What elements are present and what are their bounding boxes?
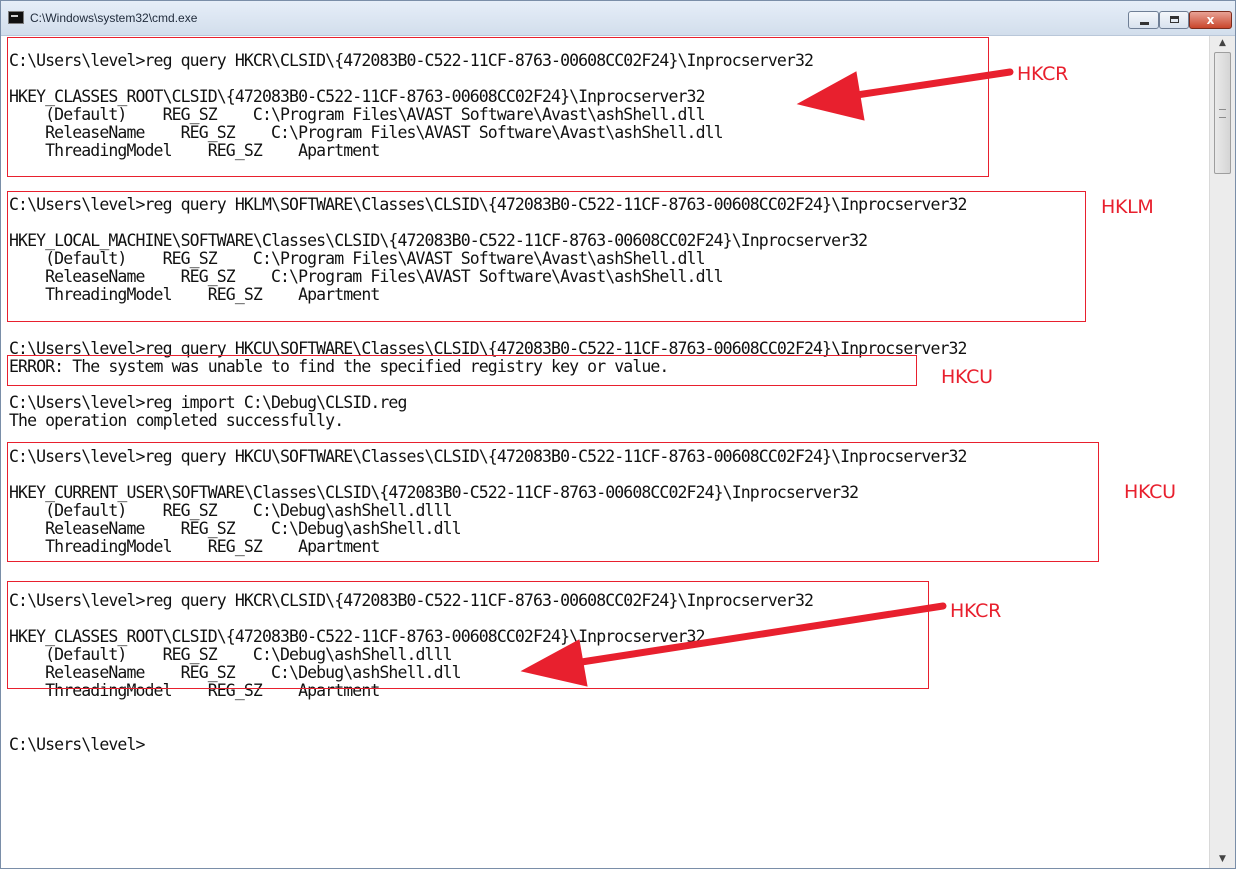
maximize-icon (1170, 16, 1179, 23)
scroll-grip-icon (1219, 109, 1226, 118)
cmd-console-icon[interactable] (8, 11, 24, 24)
maximize-button[interactable] (1159, 11, 1189, 29)
scroll-thumb[interactable] (1214, 52, 1231, 174)
close-icon: x (1206, 13, 1215, 27)
annotation-box-hkcr-before (7, 37, 989, 177)
console-line: C:\Users\level> (9, 735, 145, 754)
console-line: The operation completed successfully. (9, 411, 344, 430)
scroll-down-arrow-icon[interactable]: ▼ (1210, 852, 1235, 866)
console-line: C:\Users\level>reg import C:\Debug\CLSID… (9, 393, 407, 412)
annotation-label-hkcu-error: HKCU (941, 366, 993, 388)
scroll-up-arrow-icon[interactable]: ▲ (1210, 36, 1235, 50)
annotation-label-hkcu: HKCU (1124, 481, 1176, 503)
annotation-box-hkcu-error (7, 355, 917, 386)
annotation-label-hkcr-bottom: HKCR (950, 600, 1001, 622)
window-title: C:\Windows\system32\cmd.exe (30, 11, 198, 25)
vertical-scrollbar[interactable]: ▲ ▼ (1209, 36, 1235, 868)
annotation-box-hklm (7, 191, 1086, 322)
minimize-icon (1140, 22, 1149, 25)
close-button[interactable]: x (1189, 11, 1232, 29)
minimize-button[interactable] (1128, 11, 1159, 29)
title-bar[interactable]: C:\Windows\system32\cmd.exe x (1, 1, 1235, 36)
annotation-label-hklm: HKLM (1101, 196, 1154, 218)
annotation-box-hkcu-after (7, 442, 1099, 562)
annotation-label-hkcr-top: HKCR (1017, 63, 1068, 85)
annotation-box-hkcr-after (7, 581, 929, 689)
